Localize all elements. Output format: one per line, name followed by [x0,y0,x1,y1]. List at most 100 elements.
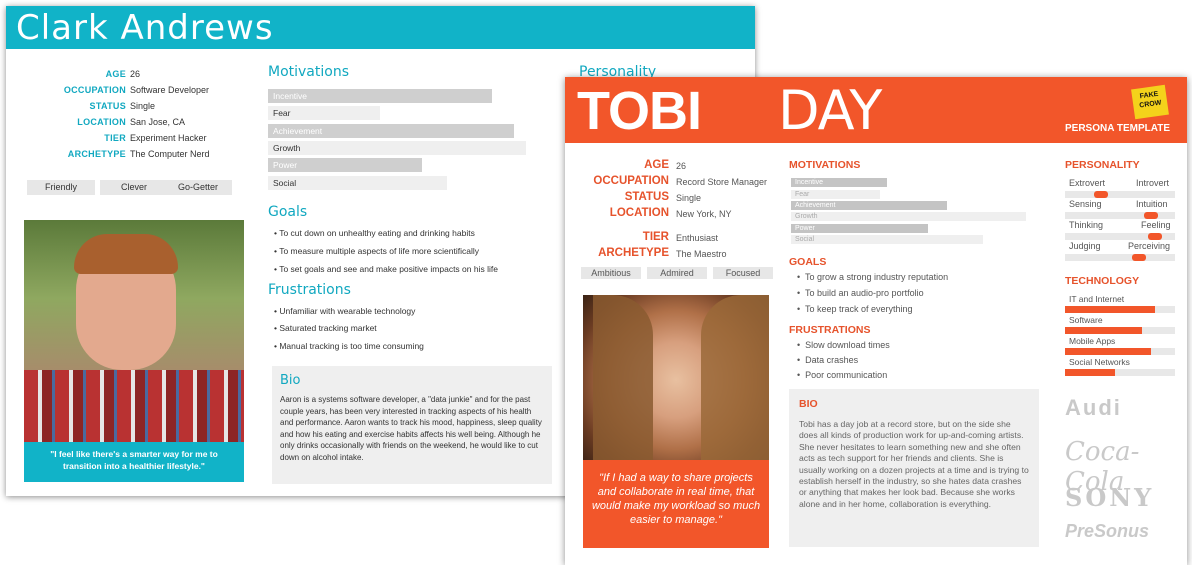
goal-item: • To build an audio-pro portfolio [797,288,924,298]
slider-knob [1144,212,1158,219]
persona-last-name: DAY [778,79,882,142]
frustration-item: • Poor communication [797,370,888,380]
detail-label-age: AGE [644,159,669,171]
goal-item: • To grow a strong industry reputation [797,272,949,282]
persona-quote: "I feel like there's a smarter way for m… [24,442,244,482]
technology-fill [1065,327,1142,334]
motivation-bar: Power [791,224,928,233]
persona-first-name: TOBI [577,81,702,141]
technology-label: Mobile Apps [1069,336,1116,346]
frustrations-heading: Frustrations [268,282,351,298]
photo-hair [74,234,178,274]
technology-fill [1065,306,1155,313]
detail-value-archetype: The Maestro [676,249,727,259]
personality-left-label: Thinking [1069,220,1104,230]
detail-label-occupation: OCCUPATION [593,175,669,187]
header-banner: Clark Andrews [6,6,755,49]
motivation-bar: Social [791,235,983,244]
detail-label-tier: TIER [642,231,669,243]
frustration-item: • Unfamiliar with wearable technology [274,306,416,316]
motivation-bar: Growth [268,141,526,155]
technology-bar [1065,306,1175,313]
trait-tag: Clever [100,180,168,195]
fake-crow-logo: FAKE CROW [1131,84,1169,120]
technology-label: Social Networks [1069,357,1130,367]
detail-value-occupation: Software Developer [130,85,210,95]
motivation-bar: Fear [268,106,380,120]
detail-value-status: Single [130,101,156,111]
bio-text: Tobi has a day job at a record store, bu… [799,419,1029,509]
goals-heading: GOALS [789,256,827,268]
frustrations-heading: FRUSTRATIONS [789,324,871,336]
detail-label-status: STATUS [89,101,126,111]
detail-label-location: LOCATION [609,207,669,219]
slider-knob [1132,254,1146,261]
detail-value-archetype: The Computer Nerd [130,149,210,159]
technology-bar [1065,369,1175,376]
persona-photo [583,295,769,465]
detail-value-tier: Enthusiast [676,233,719,243]
motivation-bar: Growth [791,212,1026,221]
trait-tag: Ambitious [581,267,641,279]
technology-label: Software [1069,315,1103,325]
detail-value-location: New York, NY [676,209,732,219]
personality-slider [1065,254,1175,261]
motivation-bar: Achievement [791,201,947,210]
motivation-bar: Incentive [791,178,887,187]
detail-value-age: 26 [130,69,141,79]
personality-left-label: Judging [1069,241,1101,251]
detail-label-status: STATUS [624,191,669,203]
goal-item: • To keep track of everything [797,304,913,314]
technology-bar [1065,327,1175,334]
motivation-bar: Fear [791,190,880,199]
personality-right-label: Intuition [1136,199,1168,209]
personality-slider [1065,191,1175,198]
photo-hair-left [593,295,653,465]
technology-fill [1065,369,1115,376]
bio-text: Aaron is a systems software developer, a… [280,395,542,462]
detail-value-status: Single [676,193,702,203]
trait-tag: Admired [647,267,707,279]
detail-label-tier: TIER [104,133,126,143]
personality-slider [1065,233,1175,240]
detail-label-archetype: ARCHETYPE [67,149,126,159]
personality-right-label: Introvert [1136,178,1170,188]
personality-left-label: Extrovert [1069,178,1106,188]
motivations-heading: Motivations [268,64,349,80]
detail-label-location: LOCATION [77,117,126,127]
slider-knob [1148,233,1162,240]
technology-heading: TECHNOLOGY [1065,275,1140,287]
personality-left-label: Sensing [1069,199,1102,209]
audi-logo: Audi [1065,395,1122,420]
detail-label-archetype: ARCHETYPE [598,247,669,259]
bio-panel: BIO Tobi has a day job at a record store… [789,389,1039,547]
header-banner: TOBI DAY PERSONA TEMPLATE FAKE CROW [565,77,1187,143]
frustration-item: • Manual tracking is too time consuming [274,341,424,351]
personality-right-label: Perceiving [1128,241,1171,251]
motivation-bar: Achievement [268,124,514,138]
goal-item: • To set goals and see and make positive… [274,264,498,274]
personality-right-label: Feeling [1141,220,1171,230]
detail-value-occupation: Record Store Manager [676,177,768,187]
frustration-item: • Data crashes [797,355,859,365]
persona-card-tobi: TOBI DAY PERSONA TEMPLATE FAKE CROW AGE … [565,77,1187,565]
trait-tag: Friendly [27,180,95,195]
template-label: PERSONA TEMPLATE [1065,123,1171,134]
sony-logo: SONY [1065,483,1155,512]
photo-hair-right [701,295,769,465]
personality-heading: PERSONALITY [1065,159,1140,171]
detail-value-age: 26 [676,161,687,171]
detail-value-location: San Jose, CA [130,117,186,127]
motivation-bar: Power [268,158,422,172]
goals-heading: Goals [268,204,308,220]
frustration-item: • Slow download times [797,340,890,350]
bio-heading: Bio [280,373,301,388]
motivation-bar: Incentive [268,89,492,103]
detail-label-occupation: OCCUPATION [63,85,126,95]
detail-value-tier: Experiment Hacker [130,133,207,143]
goal-item: • To measure multiple aspects of life mo… [274,246,480,256]
trait-tag: Focused [713,267,773,279]
persona-quote: "If I had a way to share projects and co… [583,460,769,548]
trait-tag: Go-Getter [164,180,232,195]
detail-label-age: AGE [105,69,126,79]
